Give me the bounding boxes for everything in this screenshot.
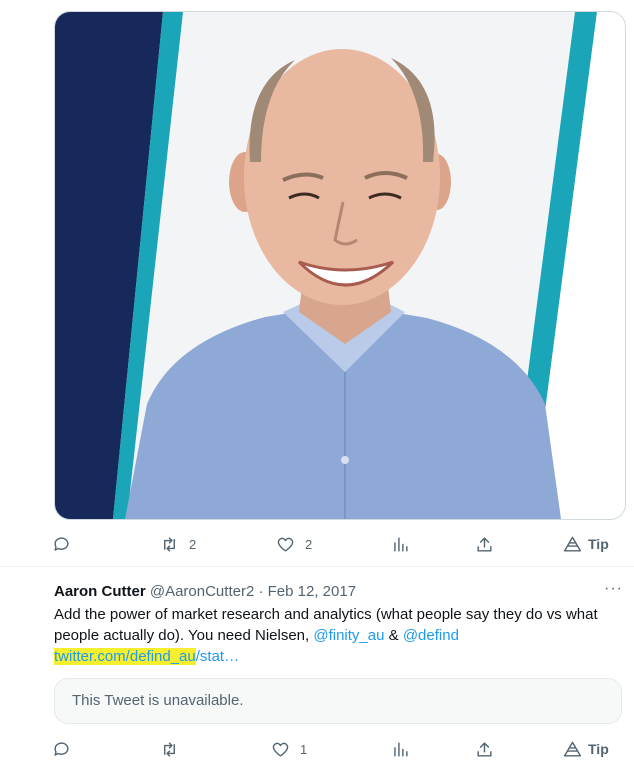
quote-unavailable-text: This Tweet is unavailable. — [72, 692, 244, 709]
tweet-header: Aaron Cutter @AaronCutter2 · Feb 12, 201… — [54, 582, 356, 602]
tweet-media-image[interactable] — [54, 11, 626, 520]
reply-icon — [54, 536, 69, 551]
tweet-text: Add the power of market research and ana… — [54, 604, 614, 667]
tweet-action-bar: 2 2 Tip — [52, 529, 624, 559]
url-rest[interactable]: /stat… — [196, 648, 239, 665]
tip-label: Tip — [588, 536, 609, 552]
tip-icon — [563, 536, 582, 552]
retweet-icon — [164, 536, 175, 552]
like-count: 1 — [300, 741, 308, 757]
analytics-icon — [394, 536, 408, 552]
views-button[interactable] — [391, 529, 410, 559]
tip-button[interactable]: Tip — [563, 734, 609, 764]
highlighted-url[interactable]: twitter.com/defind_au — [54, 648, 196, 665]
author-handle[interactable]: @AaronCutter2 — [150, 583, 254, 600]
tweet-text-amp: & — [384, 627, 403, 644]
analytics-icon — [394, 741, 408, 757]
like-count: 2 — [305, 536, 313, 552]
more-options-button[interactable]: ··· — [604, 580, 623, 598]
reply-button[interactable] — [52, 529, 81, 559]
retweet-button[interactable]: 2 — [160, 529, 196, 559]
author-name[interactable]: Aaron Cutter — [54, 583, 146, 600]
views-button[interactable] — [391, 734, 410, 764]
tweet-divider — [0, 566, 634, 567]
header-separator: · — [258, 583, 264, 600]
share-icon — [477, 741, 492, 757]
retweet-button[interactable] — [160, 734, 189, 764]
mention-defind[interactable]: @defind — [403, 627, 459, 644]
like-button[interactable]: 1 — [271, 734, 307, 764]
unavailable-quote-card[interactable]: This Tweet is unavailable. — [54, 678, 622, 724]
reply-button[interactable] — [52, 734, 81, 764]
tip-label: Tip — [588, 741, 609, 757]
mention-finity[interactable]: @finity_au — [313, 627, 384, 644]
tip-button[interactable]: Tip — [563, 529, 609, 559]
retweet-icon — [164, 741, 175, 757]
share-button[interactable] — [475, 734, 494, 764]
reply-icon — [54, 741, 69, 756]
share-icon — [477, 536, 492, 552]
heart-icon — [272, 742, 289, 757]
like-button[interactable]: 2 — [276, 529, 312, 559]
heart-icon — [277, 537, 294, 552]
retweet-count: 2 — [189, 536, 197, 552]
portrait-photo — [55, 12, 625, 519]
tip-icon — [563, 741, 582, 757]
share-button[interactable] — [475, 529, 494, 559]
tweet-date[interactable]: Feb 12, 2017 — [268, 583, 356, 600]
tweet-action-bar-2: 1 Tip — [52, 734, 624, 764]
